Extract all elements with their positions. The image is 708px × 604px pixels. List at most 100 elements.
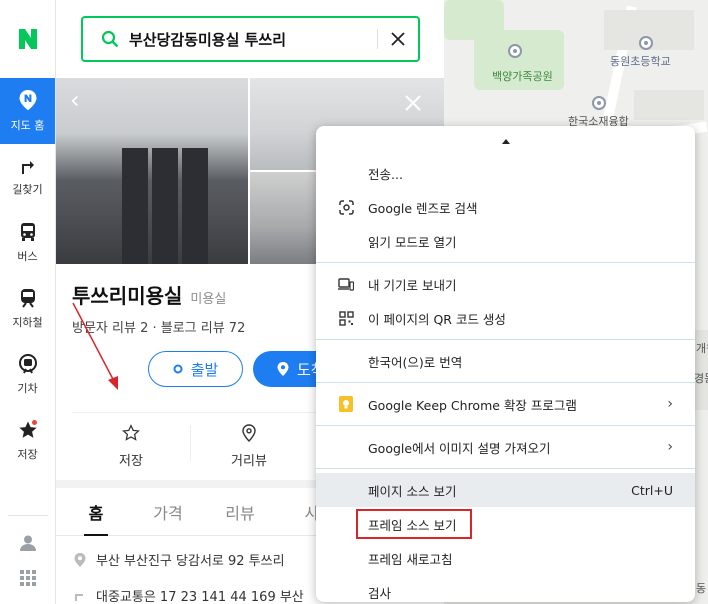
menu-item-send-to-device-label: 내 기기로 보내기 (368, 277, 457, 293)
directions-icon (21, 161, 34, 174)
star-outline-icon (122, 424, 140, 441)
devices-icon (338, 276, 354, 292)
save-action[interactable]: 저장 (72, 413, 190, 480)
map-label-edge1: 개원 (696, 342, 708, 355)
photo-prev-icon[interactable]: ‹ (70, 86, 80, 114)
union-marker-icon[interactable] (592, 96, 606, 110)
menu-item-qr-code-label: 이 페이지의 QR 코드 생성 (368, 311, 506, 327)
nav-bus-label: 버스 (17, 250, 38, 263)
left-navigation: 지도 홈 길찾기 버스 지하철 기차 저장 (0, 0, 56, 604)
menu-item-reading-mode-label: 읽기 모드로 열기 (368, 234, 457, 250)
start-button-label: 출발 (190, 360, 219, 379)
menu-item-google-lens[interactable]: Google 렌즈로 검색 (316, 190, 695, 224)
photo-close-icon[interactable] (404, 94, 422, 112)
bus-icon (20, 223, 35, 241)
review-counts[interactable]: 방문자 리뷰 2 · 블로그 리뷰 72 (72, 317, 245, 336)
nav-directions-label: 길찾기 (12, 183, 43, 196)
nav-train[interactable]: 기차 (0, 342, 55, 408)
place-title: 투쓰리미용실 미용실 (72, 280, 226, 309)
place-category: 미용실 (190, 292, 227, 307)
menu-item-view-page-source-label: 페이지 소스 보기 (368, 483, 457, 499)
transit-text: 대중교통은 17 23 141 44 169 부산 (96, 590, 304, 604)
map-label-park: 백양가족공원 (492, 70, 553, 83)
menu-item-google-lens-label: Google 렌즈로 검색 (368, 200, 478, 216)
menu-item-translate[interactable]: 한국어(으)로 번역 (316, 344, 695, 378)
start-dot-icon (173, 364, 183, 374)
menu-item-send-label: 전송... (368, 166, 403, 182)
search-icon (101, 30, 119, 48)
naver-map-icon (19, 90, 36, 111)
qr-icon (338, 310, 354, 326)
street-view-action[interactable]: 거리뷰 (190, 413, 308, 480)
search-divider (377, 29, 378, 49)
menu-item-view-frame-source[interactable]: 프레임 소스 보기 (316, 507, 695, 541)
menu-scroll-up-icon[interactable] (316, 126, 695, 156)
menu-item-qr-code[interactable]: 이 페이지의 QR 코드 생성 (316, 301, 695, 335)
tab-home[interactable]: 홈 (60, 488, 132, 536)
map-label-school: 동원초등학교 (610, 55, 671, 68)
menu-item-reading-mode[interactable]: 읽기 모드로 열기 (316, 224, 695, 258)
menu-item-reload-frame-label: 프레임 새로고침 (368, 551, 453, 567)
lens-icon (338, 199, 354, 215)
search-box[interactable]: 부산당감동미용실 투쓰리 (81, 16, 420, 62)
subway-icon (20, 289, 35, 308)
nav-subway[interactable]: 지하철 (0, 276, 55, 342)
menu-separator (316, 339, 695, 340)
save-action-label: 저장 (119, 454, 143, 469)
nav-saved[interactable]: 저장 (0, 408, 55, 474)
user-icon[interactable] (19, 534, 37, 552)
transit-icon (75, 593, 83, 601)
tab-price[interactable]: 가격 (132, 488, 204, 535)
menu-item-send-to-device[interactable]: 내 기기로 보내기 (316, 267, 695, 301)
street-view-action-label: 거리뷰 (231, 454, 267, 469)
school-marker-icon[interactable] (639, 36, 653, 50)
clear-search-icon[interactable] (390, 31, 406, 47)
keep-icon (338, 396, 354, 412)
arrive-pin-icon (277, 362, 289, 376)
view-source-shortcut: Ctrl+U (631, 482, 673, 498)
park-marker-icon[interactable] (508, 44, 522, 58)
menu-item-image-description[interactable]: Google에서 이미지 설명 가져오기 › (316, 430, 695, 464)
menu-item-google-keep-label: Google Keep Chrome 확장 프로그램 (368, 397, 577, 413)
address-row: 부산 부산진구 당감서로 92 투쓰리 (74, 550, 285, 569)
nav-bus[interactable]: 버스 (0, 210, 55, 276)
address-pin-icon (74, 552, 86, 567)
context-menu: 전송... Google 렌즈로 검색 읽기 모드로 열기 내 기기로 보내기 (316, 126, 695, 602)
menu-separator (316, 468, 695, 469)
menu-separator (316, 425, 695, 426)
map-label-edge2: 경동 (694, 372, 708, 385)
location-outline-icon (242, 424, 256, 442)
new-badge-dot (32, 420, 37, 425)
apps-grid-icon[interactable] (20, 570, 36, 586)
nav-directions[interactable]: 길찾기 (0, 144, 55, 210)
submenu-chevron-icon: › (667, 439, 673, 455)
nav-train-label: 기차 (17, 382, 38, 395)
menu-item-google-keep[interactable]: Google Keep Chrome 확장 프로그램 › (316, 387, 695, 421)
start-button[interactable]: 출발 (148, 351, 243, 387)
nav-subway-label: 지하철 (12, 316, 43, 329)
menu-item-view-page-source[interactable]: 페이지 소스 보기 Ctrl+U (316, 473, 695, 507)
train-icon (18, 354, 37, 374)
menu-item-reload-frame[interactable]: 프레임 새로고침 (316, 541, 695, 575)
photo-main[interactable] (56, 78, 248, 264)
menu-item-send[interactable]: 전송... (316, 156, 695, 190)
nav-map-home[interactable]: 지도 홈 (0, 78, 55, 144)
menu-separator (316, 382, 695, 383)
highlight-box (356, 509, 472, 539)
menu-item-inspect-label: 검사 (368, 585, 392, 601)
nav-saved-label: 저장 (17, 448, 38, 461)
search-input[interactable]: 부산당감동미용실 투쓰리 (129, 29, 377, 50)
submenu-chevron-icon: › (667, 396, 673, 412)
menu-separator (316, 262, 695, 263)
transit-row: 대중교통은 17 23 141 44 169 부산 (74, 586, 304, 604)
naver-logo-icon (18, 29, 37, 49)
menu-item-translate-label: 한국어(으)로 번역 (368, 354, 463, 370)
map-label-edge3: 동 (696, 582, 707, 595)
menu-item-inspect[interactable]: 검사 (316, 575, 695, 602)
place-name: 투쓰리미용실 (72, 284, 183, 308)
menu-item-image-description-label: Google에서 이미지 설명 가져오기 (368, 440, 551, 456)
nav-map-home-label: 지도 홈 (10, 119, 45, 132)
tab-review[interactable]: 리뷰 (204, 488, 276, 535)
address-text: 부산 부산진구 당감서로 92 투쓰리 (96, 554, 285, 569)
naver-logo[interactable] (0, 0, 55, 78)
